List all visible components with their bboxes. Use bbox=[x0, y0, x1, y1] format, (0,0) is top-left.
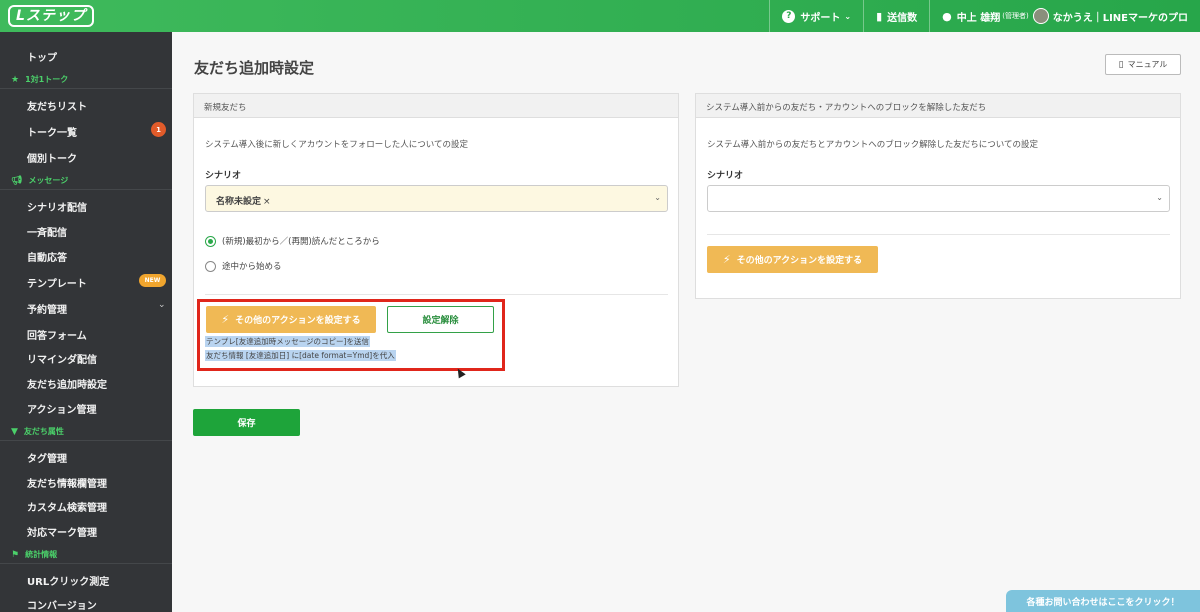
sidebar-item-individual-talk[interactable]: 個別トーク bbox=[27, 150, 77, 165]
book-icon: ▯ bbox=[1118, 59, 1124, 70]
button-label: その他のアクションを設定する bbox=[736, 256, 863, 266]
divider bbox=[0, 563, 172, 564]
sidebar-section-talk: ★ 1対1トーク bbox=[11, 74, 68, 85]
chevron-down-icon: ⌄ bbox=[1156, 193, 1163, 202]
manual-button[interactable]: ▯ マニュアル bbox=[1105, 54, 1181, 75]
panel-description: システム導入後に新しくアカウントをフォローした人についての設定 bbox=[205, 140, 468, 150]
user-icon: ● bbox=[942, 9, 952, 23]
save-button[interactable]: 保存 bbox=[193, 409, 300, 436]
sidebar-item-tag-mgmt[interactable]: タグ管理 bbox=[27, 450, 67, 465]
support-label: サポート bbox=[800, 12, 841, 24]
user-menu[interactable]: ● 中上 雄翔 (管理者) なかうえ｜LINEマーケのプロ bbox=[929, 0, 1200, 32]
account-name: なかうえ｜LINEマーケのプロ bbox=[1052, 12, 1188, 24]
scenario-value: 名称未設定 × bbox=[216, 194, 271, 207]
sidebar: トップ ★ 1対1トーク 友だちリスト トーク一覧 1 個別トーク 📢︎ メッセージ… bbox=[0, 32, 172, 612]
manual-label: マニュアル bbox=[1127, 60, 1168, 69]
radio-from-middle[interactable]: 途中から始める bbox=[205, 260, 282, 272]
sidebar-section-friend-attr: ▼ 友だち属性 bbox=[11, 426, 64, 437]
filter-icon: ▼ bbox=[11, 427, 18, 437]
sidebar-item-friend-add-settings[interactable]: 友だち追加時設定 bbox=[27, 376, 107, 391]
radio-button[interactable] bbox=[205, 260, 216, 272]
section-label: メッセージ bbox=[28, 176, 69, 185]
sidebar-item-scenario[interactable]: シナリオ配信 bbox=[27, 199, 87, 214]
flag-icon: ⚑ bbox=[11, 550, 20, 560]
sidebar-item-broadcast[interactable]: 一斉配信 bbox=[27, 224, 67, 239]
divider bbox=[0, 189, 172, 190]
sidebar-item-auto-reply[interactable]: 自動応答 bbox=[27, 249, 67, 264]
page-title: 友だち追加時設定 bbox=[194, 59, 315, 77]
radio-label: 途中から始める bbox=[222, 262, 282, 272]
panel-description: システム導入前からの友だちとアカウントへのブロック解除した友だちについての設定 bbox=[707, 140, 1038, 150]
help-icon: ? bbox=[782, 9, 796, 23]
divider bbox=[205, 294, 668, 295]
lightning-icon: ⚡︎ bbox=[722, 253, 731, 266]
bar-chart-icon: ▮ bbox=[876, 9, 883, 23]
divider bbox=[0, 88, 172, 89]
chevron-down-icon: ⌄ bbox=[844, 11, 852, 21]
user-role: (管理者) bbox=[1002, 12, 1029, 20]
send-count-label: 送信数 bbox=[887, 12, 918, 24]
other-actions-button[interactable]: ⚡︎ その他のアクションを設定する bbox=[707, 246, 878, 273]
sidebar-item-reminder[interactable]: リマインダ配信 bbox=[27, 351, 97, 366]
scenario-select[interactable]: 名称未設定 × ⌄ bbox=[205, 185, 668, 212]
sidebar-item-talk-list[interactable]: トーク一覧 bbox=[27, 124, 77, 139]
sidebar-item-top[interactable]: トップ bbox=[27, 49, 57, 64]
sidebar-item-reservation[interactable]: 予約管理 bbox=[27, 301, 67, 316]
megaphone-icon: 📢︎ bbox=[11, 176, 23, 186]
top-bar: Lステップ ? サポート ⌄ ▮ 送信数 ● 中上 雄翔 (管理者) なかうえ｜… bbox=[0, 0, 1200, 32]
remove-icon[interactable]: × bbox=[263, 197, 271, 207]
sidebar-item-friend-info[interactable]: 友だち情報欄管理 bbox=[27, 475, 107, 490]
scenario-label: シナリオ bbox=[707, 171, 744, 181]
send-count-link[interactable]: ▮ 送信数 bbox=[863, 0, 929, 32]
chevron-down-icon: ⌄ bbox=[158, 300, 166, 310]
new-badge: NEW bbox=[139, 274, 166, 287]
sidebar-item-url-click[interactable]: URLクリック測定 bbox=[27, 573, 109, 588]
sidebar-item-action-mgmt[interactable]: アクション管理 bbox=[27, 401, 97, 416]
support-menu[interactable]: ? サポート ⌄ bbox=[769, 0, 863, 32]
scenario-label: シナリオ bbox=[205, 171, 242, 181]
sidebar-item-template[interactable]: テンプレート bbox=[27, 275, 87, 290]
contact-button[interactable]: 各種お問い合わせはここをクリック！ bbox=[1006, 590, 1200, 612]
panel-header: システム導入前からの友だち・アカウントへのブロックを解除した友だち bbox=[696, 94, 1180, 118]
radio-button-selected[interactable] bbox=[205, 235, 216, 247]
existing-friends-panel: システム導入前からの友だち・アカウントへのブロックを解除した友だち システム導入… bbox=[695, 93, 1181, 299]
sidebar-section-message: 📢︎ メッセージ bbox=[11, 175, 68, 186]
sidebar-item-friend-list[interactable]: 友だちリスト bbox=[27, 98, 87, 113]
app-logo[interactable]: Lステップ bbox=[8, 5, 94, 27]
highlight-box bbox=[197, 299, 505, 371]
section-label: 統計情報 bbox=[25, 550, 58, 559]
star-icon: ★ bbox=[11, 75, 20, 85]
avatar bbox=[1032, 8, 1049, 24]
sidebar-section-stats: ⚑ 統計情報 bbox=[11, 549, 57, 560]
sidebar-item-custom-search[interactable]: カスタム検索管理 bbox=[27, 499, 107, 514]
user-name: 中上 雄翔 bbox=[956, 12, 1001, 24]
top-nav: ? サポート ⌄ ▮ 送信数 ● 中上 雄翔 (管理者) なかうえ｜LINEマー… bbox=[769, 0, 1200, 32]
panel-header: 新規友だち bbox=[194, 94, 678, 118]
radio-from-start[interactable]: (新規)最初から／(再開)読んだところから bbox=[205, 235, 380, 247]
scenario-value-text: 名称未設定 bbox=[216, 197, 262, 207]
radio-label: (新規)最初から／(再開)読んだところから bbox=[222, 237, 380, 247]
section-label: 友だち属性 bbox=[23, 427, 64, 436]
scenario-select[interactable]: ⌄ bbox=[707, 185, 1170, 212]
sidebar-item-mark-mgmt[interactable]: 対応マーク管理 bbox=[27, 524, 97, 539]
unread-badge: 1 bbox=[151, 122, 166, 137]
divider bbox=[0, 440, 172, 441]
divider bbox=[707, 234, 1170, 235]
section-label: 1対1トーク bbox=[25, 75, 69, 84]
sidebar-item-conversion[interactable]: コンバージョン bbox=[27, 597, 97, 612]
sidebar-item-answer-form[interactable]: 回答フォーム bbox=[27, 327, 87, 342]
chevron-down-icon: ⌄ bbox=[654, 193, 661, 202]
